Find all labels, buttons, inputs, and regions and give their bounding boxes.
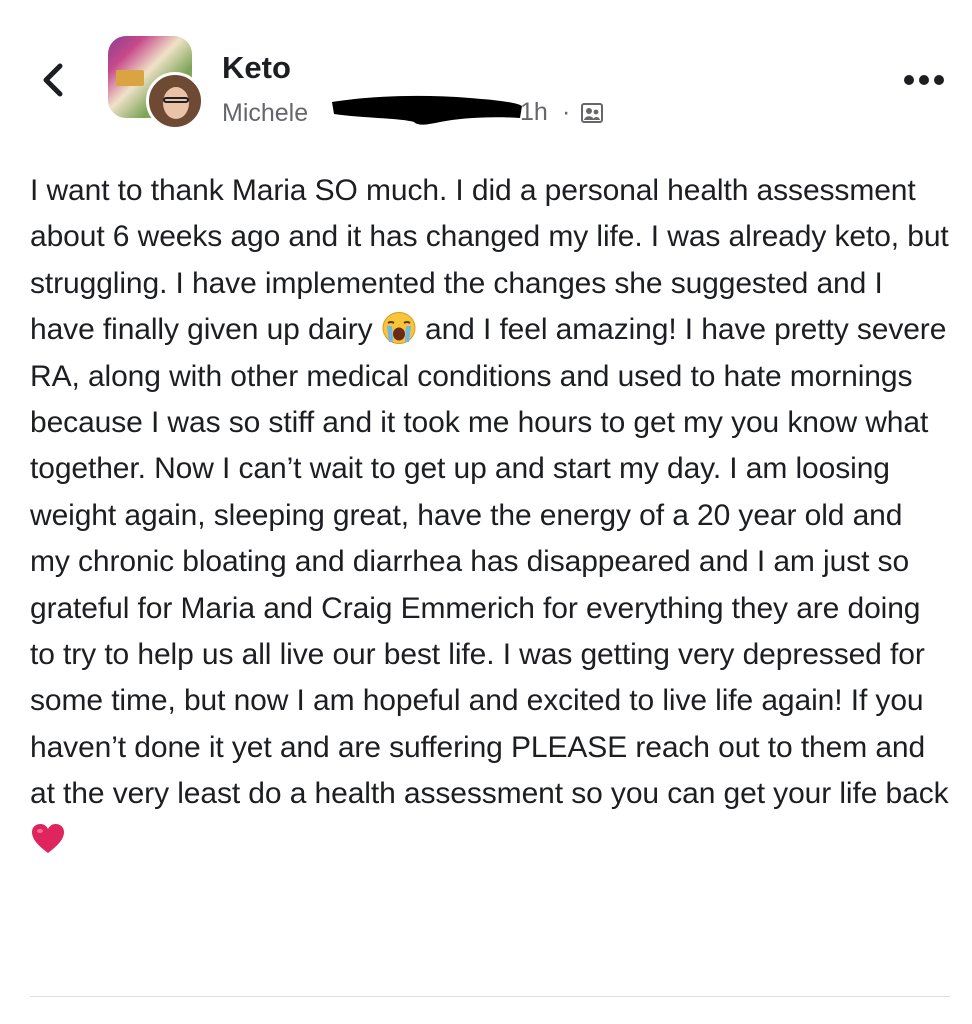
group-avatar[interactable]: [108, 36, 204, 130]
more-dots-icon[interactable]: [902, 70, 946, 90]
red-heart-emoji: [32, 823, 64, 853]
group-cover-tag: [116, 70, 144, 86]
user-avatar-face: [163, 87, 189, 119]
post-text: I want to thank Maria SO much. I did a p…: [30, 168, 950, 864]
user-avatar[interactable]: [146, 72, 204, 130]
chevron-left-icon[interactable]: [36, 60, 72, 100]
user-avatar-glasses: [163, 97, 189, 103]
post-header: Keto Michele 1h ·: [0, 0, 972, 150]
post-time[interactable]: 1h: [520, 98, 548, 127]
divider: [30, 996, 950, 997]
post-text-part2: and I feel amazing! I have pretty severe…: [30, 313, 949, 811]
group-name[interactable]: Keto: [222, 50, 291, 86]
author-name[interactable]: Michele: [222, 98, 308, 128]
redaction-mark: [332, 95, 522, 125]
crying-face-emoji: [382, 312, 416, 345]
meta-separator: ·: [562, 98, 571, 126]
members-icon: [581, 103, 603, 123]
